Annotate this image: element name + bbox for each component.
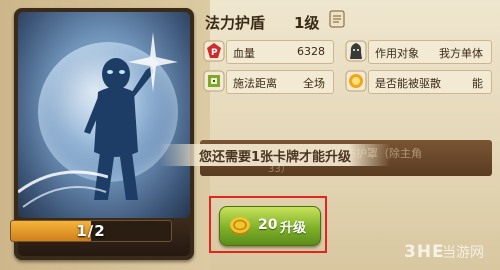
sparkle-icon (128, 32, 178, 92)
upgrade-cost: 20 (258, 217, 278, 233)
upgrade-label: 升级 (280, 221, 307, 236)
stat-hp: 血量 6328 (226, 40, 334, 64)
watermark-logo: 3HE (404, 242, 445, 262)
card-artwork (18, 12, 190, 218)
stat-hp-label: 血量 (233, 47, 255, 60)
coin-icon (230, 217, 250, 235)
p-badge-icon: P (203, 40, 225, 62)
stat-hp-value: 6328 (297, 45, 325, 58)
stat-range: 施法距离 全场 (226, 70, 334, 94)
stat-target-label: 作用对象 (375, 47, 419, 60)
range-target-icon (203, 70, 225, 92)
stat-dispel-value: 能 (472, 77, 483, 90)
hooded-figure-icon (345, 40, 367, 62)
dispel-orb-icon (345, 70, 367, 92)
card-progress-text: 1/2 (76, 222, 106, 240)
stat-range-label: 施法距离 (233, 77, 277, 90)
skill-level: 1级 (294, 14, 320, 32)
notice-text: 您还需要1张卡牌才能升级 (198, 150, 352, 165)
svg-text:P: P (211, 48, 218, 58)
stat-dispel: 是否能被驱散 能 (368, 70, 492, 94)
upgrade-button[interactable]: 20 升级 (219, 206, 321, 246)
scroll-icon[interactable] (326, 8, 348, 30)
skill-title: 法力护盾 (205, 14, 266, 32)
card-progress-bar: 1/2 (10, 220, 172, 242)
stat-dispel-label: 是否能被驱散 (375, 77, 441, 90)
stat-target: 作用对象 我方单体 (368, 40, 492, 64)
watermark-text: 当游网 (442, 245, 484, 261)
stat-range-value: 全场 (303, 77, 325, 90)
wind-streak-icon (18, 170, 108, 208)
stat-target-value: 我方单体 (439, 47, 483, 60)
